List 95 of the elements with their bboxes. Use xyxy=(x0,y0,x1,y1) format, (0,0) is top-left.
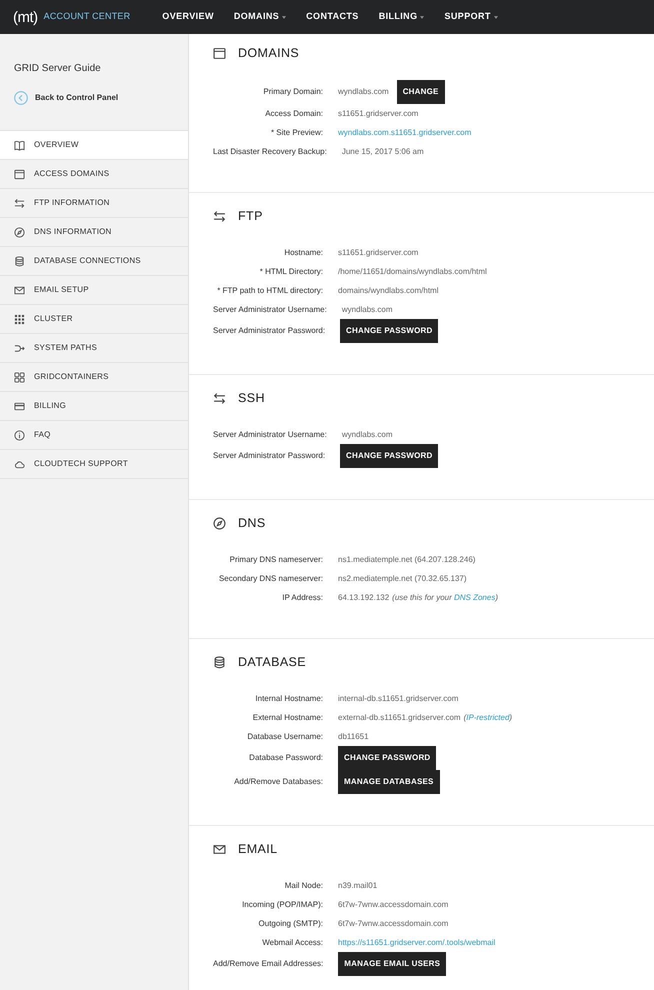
sidebar-item[interactable]: CLUSTER xyxy=(0,305,188,334)
field-label: Incoming (POP/IMAP): xyxy=(241,898,323,910)
field-label: Add/Remove Email Addresses: xyxy=(213,958,324,970)
field-value: db11651 xyxy=(338,730,369,742)
section-title: FTP xyxy=(238,208,263,224)
compass-icon xyxy=(14,226,25,238)
field-value: s11651.gridserver.com xyxy=(338,108,418,120)
nav-link[interactable]: SUPPORT xyxy=(444,10,498,24)
product-name: ACCOUNT CENTER xyxy=(44,10,130,24)
envelope-icon xyxy=(213,842,226,856)
field-label: Database Password: xyxy=(248,752,323,764)
field-label: * Site Preview: xyxy=(270,126,323,138)
field-label: Last Disaster Recovery Backup: xyxy=(213,146,327,158)
action-button[interactable]: MANAGE EMAIL USERS xyxy=(338,952,446,976)
database-icon xyxy=(14,256,25,266)
field-value: internal-db.s11651.gridserver.com xyxy=(338,692,458,704)
field-label: Outgoing (SMTP): xyxy=(258,918,323,930)
sidebar-item[interactable]: FAQ xyxy=(0,421,188,450)
field-value: /home/11651/domains/wyndlabs.com/html xyxy=(338,266,487,278)
field-value: s11651.gridserver.com xyxy=(338,246,418,258)
action-button[interactable]: CHANGE xyxy=(396,80,445,104)
field-label: IP Address: xyxy=(281,592,323,604)
section-title: SSH xyxy=(238,390,265,406)
field-label: External Hostname: xyxy=(252,712,323,724)
field-label: Add/Remove Databases: xyxy=(233,776,323,788)
sidebar-item[interactable]: DNS INFORMATION xyxy=(0,218,188,247)
back-link[interactable]: Back to Control Panel xyxy=(14,91,118,105)
cloud-icon xyxy=(14,458,25,470)
transfer-arrows-icon xyxy=(213,392,226,404)
field-value: wyndlabs.com xyxy=(342,428,393,440)
field-value: n39.mail01 xyxy=(338,880,378,892)
field-label: * FTP path to HTML directory: xyxy=(216,284,323,296)
chevron-left-circle-icon xyxy=(14,91,28,105)
field-label: Webmail Access: xyxy=(261,936,323,948)
nav-link[interactable]: OVERVIEW xyxy=(162,10,214,24)
field-label: Primary Domain: xyxy=(262,86,323,98)
sidebar-item[interactable]: OVERVIEW xyxy=(0,131,188,160)
transfer-arrows-icon xyxy=(213,210,226,222)
field-label: Database Username: xyxy=(246,730,323,742)
field-value: wyndlabs.com xyxy=(342,304,393,316)
field-label: Internal Hostname: xyxy=(254,692,323,704)
field-label: Server Administrator Password: xyxy=(213,325,326,337)
nav-link[interactable]: BILLING xyxy=(378,10,424,24)
database-icon xyxy=(213,656,226,668)
action-button[interactable]: CHANGE PASSWORD xyxy=(338,746,436,770)
field-label: Primary DNS nameserver: xyxy=(228,554,323,566)
field-label: Server Administrator Username: xyxy=(213,428,327,440)
field-value: June 15, 2017 5:06 am xyxy=(342,146,424,158)
envelope-icon xyxy=(14,284,25,296)
sidebar-item[interactable]: CLOUDTECH SUPPORT xyxy=(0,450,188,479)
field-value: domains/wyndlabs.com/html xyxy=(338,284,438,296)
field-value: 6t7w-7wnw.accessdomain.com xyxy=(338,918,448,930)
sidebar-item[interactable]: GRIDCONTAINERS xyxy=(0,363,188,392)
sidebar-item[interactable]: SYSTEM PATHS xyxy=(0,334,188,363)
dot-grid-icon xyxy=(14,314,25,324)
compass-icon xyxy=(213,516,226,530)
section-title: EMAIL xyxy=(238,841,278,857)
logo: (mt) xyxy=(13,10,38,24)
field-value: 6t7w-7wnw.accessdomain.com xyxy=(338,898,448,910)
note-text: (use this for your DNS Zones) xyxy=(392,592,498,604)
field-label: * HTML Directory: xyxy=(258,266,323,278)
sidebar-item[interactable]: EMAIL SETUP xyxy=(0,276,188,305)
info-icon xyxy=(14,430,25,440)
sidebar-item[interactable]: BILLING xyxy=(0,392,188,421)
section-title: DATABASE xyxy=(238,654,306,670)
field-label: Hostname: xyxy=(283,246,323,258)
section-title: DNS xyxy=(238,515,266,531)
field-value: external-db.s11651.gridserver.com xyxy=(338,712,461,724)
nav-link[interactable]: CONTACTS xyxy=(306,10,359,24)
card-icon xyxy=(14,400,25,412)
browser-window-icon xyxy=(14,168,25,180)
field-value: ns1.mediatemple.net (64.207.128.246) xyxy=(338,554,476,566)
note-text: (IP-restricted) xyxy=(464,712,512,724)
sidebar-item[interactable]: DATABASE CONNECTIONS xyxy=(0,247,188,276)
field-label: Server Administrator Username: xyxy=(213,304,327,316)
path-arrow-icon xyxy=(14,342,25,354)
field-label: Server Administrator Password: xyxy=(213,450,326,462)
field-label: Secondary DNS nameserver: xyxy=(218,572,323,584)
sidebar-title: GRID Server Guide xyxy=(14,62,101,75)
sidebar-item[interactable]: FTP INFORMATION xyxy=(0,189,188,218)
field-value: wyndlabs.com xyxy=(338,86,389,98)
field-value: ns2.mediatemple.net (70.32.65.137) xyxy=(338,572,467,584)
book-icon xyxy=(14,140,25,150)
field-label: Mail Node: xyxy=(284,880,323,892)
nav-link[interactable]: DOMAINS xyxy=(234,10,286,24)
action-button[interactable]: CHANGE PASSWORD xyxy=(340,319,438,343)
action-button[interactable]: CHANGE PASSWORD xyxy=(340,444,438,468)
field-label: Access Domain: xyxy=(264,108,323,120)
sidebar-item[interactable]: ACCESS DOMAINS xyxy=(0,160,188,189)
grid-icon xyxy=(14,372,25,382)
field-value: 64.13.192.132 xyxy=(338,592,390,604)
section-title: DOMAINS xyxy=(238,45,300,61)
browser-window-icon xyxy=(213,46,226,60)
transfer-arrows-icon xyxy=(14,198,25,208)
action-button[interactable]: MANAGE DATABASES xyxy=(338,770,440,794)
